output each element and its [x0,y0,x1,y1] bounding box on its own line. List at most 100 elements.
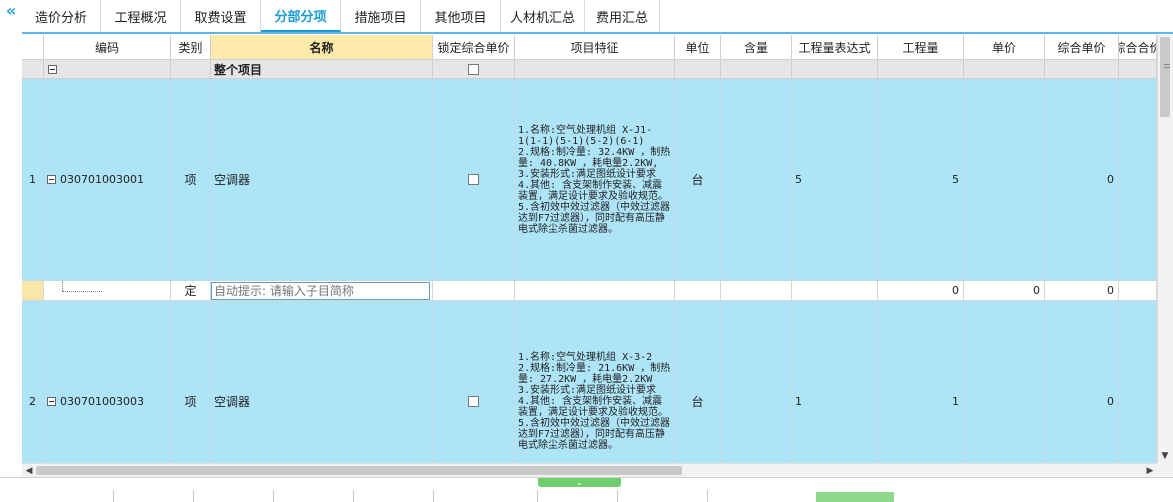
column-header-9[interactable]: 工程量 [878,35,964,60]
tab-bar: 造价分析 工程概况 取费设置 分部分项 措施项目 其他项目 人材机汇总 费用汇总 [22,0,660,32]
row-cell-8[interactable]: 1 [792,301,878,463]
item-expr: 5 [795,173,802,186]
item-qty: 1 [952,395,959,408]
column-header-3[interactable]: 名称 [211,35,433,60]
column-header-7[interactable]: 含量 [721,35,792,60]
row-cell-12[interactable] [1119,301,1157,463]
item-unit: 台 [691,173,704,187]
vertical-scroll-thumb[interactable] [1160,37,1170,117]
group-cell-0 [22,60,44,79]
row-cell-4[interactable] [433,79,515,281]
sub-cell-10[interactable]: 0 [964,281,1045,301]
row-cell-2[interactable]: 项 [171,301,211,463]
sub-cell-4[interactable] [433,281,515,301]
lock-price-checkbox[interactable] [468,174,479,185]
row-cell-10[interactable] [964,301,1045,463]
group-name: 整个项目 [214,62,263,77]
table-row[interactable]: 1 030701003001 项 空调器 1.名称:空气处理机组 X-J1-1(1-1)… [22,79,1157,281]
row-cell-11[interactable]: 0 [1045,79,1119,281]
sub-cell-9[interactable]: 0 [878,281,964,301]
collapse-icon[interactable] [48,64,57,74]
tab-6[interactable]: 其他项目 [421,0,501,32]
sub-cell-1[interactable] [44,281,171,301]
collapse-panel-icon[interactable]: « [0,0,22,32]
column-header-1[interactable]: 编码 [44,35,171,60]
row-cell-8[interactable]: 5 [792,79,878,281]
tab-2[interactable]: 工程概况 [101,0,181,32]
collapse-icon[interactable] [47,175,56,184]
tab-8[interactable]: 费用汇总 [585,0,660,32]
row-cell-12[interactable] [1119,79,1157,281]
group-cell-11 [1045,60,1119,79]
table-row[interactable]: 2 030701003003 项 空调器 1.名称:空气处理机组 X-3-2 2.规格:… [22,301,1157,463]
column-header-11[interactable]: 综合单价 [1045,35,1119,60]
item-type: 项 [184,173,197,187]
sub-cell-7[interactable] [721,281,792,301]
row-cell-6[interactable]: 台 [675,79,721,281]
sub-comp-price: 0 [1107,284,1114,297]
item-expr: 1 [795,395,802,408]
vertical-scrollbar[interactable] [1157,35,1173,463]
item-name: 空调器 [214,395,251,409]
column-header-8[interactable]: 工程量表达式 [792,35,878,60]
row-cell-9[interactable]: 1 [878,301,964,463]
row-cell-3[interactable]: 空调器 [211,301,433,463]
tree-line [62,281,64,291]
row-cell-7[interactable] [721,79,792,281]
sub-item-input[interactable] [211,281,430,300]
sub-cell-11[interactable]: 0 [1045,281,1119,301]
row-cell-6[interactable]: 台 [675,301,721,463]
group-cell-10 [964,60,1045,79]
column-header-12[interactable]: 综合合价 [1119,35,1157,60]
scroll-down-icon[interactable]: ▼ [1157,449,1173,463]
sub-cell-2[interactable]: 定 [171,281,211,301]
expand-panel-handle[interactable]: ⌄ [538,478,621,487]
group-cell-4[interactable] [433,60,515,79]
column-header-0[interactable] [22,35,44,60]
tab-3[interactable]: 取费设置 [181,0,261,32]
group-cell-1[interactable] [44,60,171,79]
column-header-10[interactable]: 单价 [964,35,1045,60]
horizontal-scroll-thumb[interactable] [36,466,682,475]
row-cell-5[interactable]: 1.名称:空气处理机组 X-J1-1(1-1)(5-1)(5-2)(6-1) 2… [515,79,675,281]
lock-price-checkbox[interactable] [468,63,479,75]
item-index: 2 [29,395,36,408]
tab-5[interactable]: 措施项目 [341,0,421,32]
collapse-icon[interactable] [47,397,56,406]
sub-cell-5[interactable] [515,281,675,301]
scroll-left-icon[interactable]: ◀ [22,464,36,477]
group-cell-6 [675,60,721,79]
row-cell-5[interactable]: 1.名称:空气处理机组 X-3-2 2.规格:制冷量: 21.6KW ，制热量:… [515,301,675,463]
row-cell-3[interactable]: 空调器 [211,79,433,281]
column-header-4[interactable]: 锁定综合单价 [433,35,515,60]
row-cell-11[interactable]: 0 [1045,301,1119,463]
sub-cell-3[interactable] [211,281,433,301]
group-row[interactable]: 整个项目 [22,60,1157,79]
row-cell-10[interactable] [964,79,1045,281]
tab-underline [22,32,1173,34]
column-header-2[interactable]: 类别 [171,35,211,60]
sub-row[interactable]: 定 0 0 0 [22,281,1157,301]
horizontal-scrollbar[interactable]: ◀ ▶ [22,463,1157,477]
row-cell-7[interactable] [721,301,792,463]
row-cell-4[interactable] [433,301,515,463]
tab-4[interactable]: 分部分项 [261,0,341,32]
column-header-6[interactable]: 单位 [675,35,721,60]
row-cell-1[interactable]: 030701003001 [44,79,171,281]
row-cell-1[interactable]: 030701003003 [44,301,171,463]
column-header-5[interactable]: 项目特征 [515,35,675,60]
row-cell-9[interactable]: 5 [878,79,964,281]
row-cell-2[interactable]: 项 [171,79,211,281]
scroll-right-icon[interactable]: ▶ [1143,464,1157,477]
sub-type: 定 [184,284,197,298]
item-unit: 台 [691,395,704,409]
sub-cell-6[interactable] [675,281,721,301]
tab-1[interactable]: 造价分析 [22,0,101,32]
bottom-panel-bar: ⌄ [0,477,1173,502]
row-cell-0: 1 [22,79,44,281]
lock-price-checkbox[interactable] [468,396,479,407]
tab-7[interactable]: 人材机汇总 [501,0,585,32]
group-cell-2 [171,60,211,79]
sub-cell-8[interactable] [792,281,878,301]
sub-cell-12[interactable] [1119,281,1157,301]
